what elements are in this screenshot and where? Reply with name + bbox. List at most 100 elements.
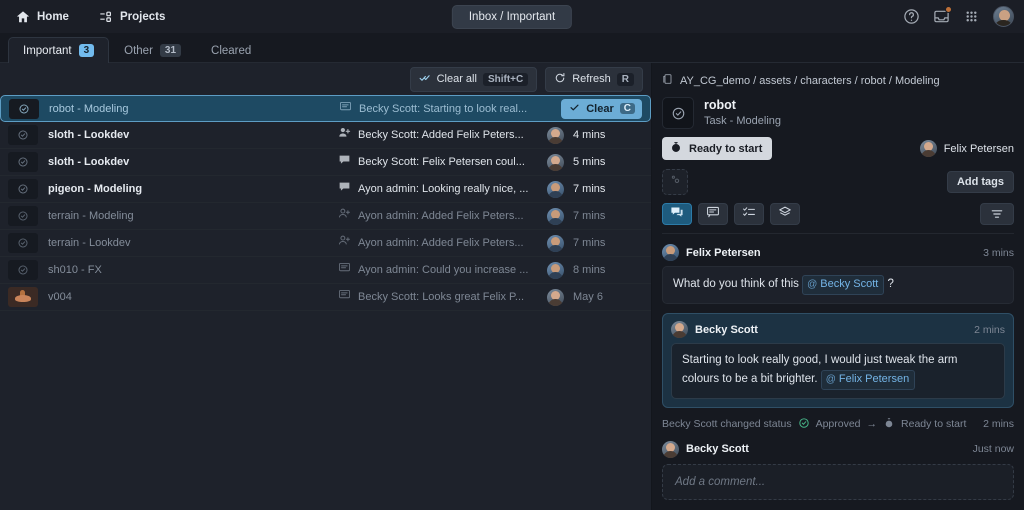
row-timestamp: 5 mins [573,156,606,168]
filter-lines-icon[interactable] [980,203,1014,225]
mention-name: Becky Scott [820,278,879,290]
row-message: Becky Scott: Starting to look real... [359,102,528,115]
row-timestamp: 8 mins [573,264,606,276]
table-row[interactable]: terrain - Modeling Ayon admin: Added Fel… [0,203,651,230]
at-icon: @ [825,373,836,385]
comment-thread[interactable]: Felix Petersen 3 mins What do you think … [662,234,1014,459]
comment-timestamp: Just now [972,443,1014,456]
row-timestamp: May 6 [573,291,603,303]
row-timestamp: 7 mins [573,210,606,222]
status-badge[interactable]: Ready to start [662,137,773,160]
comment-header: Becky Scott 2 mins [671,321,1005,343]
tab-comments[interactable] [662,203,692,225]
comments-icon [670,205,684,224]
double-check-icon [419,72,431,87]
row-title: sh010 - FX [48,264,102,276]
table-row[interactable]: v004 Becky Scott: Looks great Felix P...… [0,284,651,311]
clear-shortcut: C [619,103,635,114]
comment-lines-icon [338,261,351,279]
row-thumbnail [8,152,38,172]
row-meta: 7 mins [547,207,643,225]
nav-item-projects[interactable]: Projects [93,6,171,28]
status-label: Ready to start [689,142,763,155]
tab-versions[interactable] [770,203,800,225]
nav-label-projects: Projects [119,10,166,23]
stopwatch-icon [883,417,895,432]
row-title: sloth - Lookdev [48,129,130,141]
clear-notification-button[interactable]: Clear C [561,98,642,119]
apps-grid-icon[interactable] [963,8,980,25]
tab-important-label: Important [23,44,72,57]
comment-timestamp: 3 mins [983,246,1014,259]
status-change-text: Becky Scott changed status [662,418,792,431]
status-to: Ready to start [901,418,967,431]
row-message-group: Ayon admin: Added Felix Peters... [338,207,547,225]
app-root: Home Projects Inbox / Important Importan… [0,0,1024,510]
row-timestamp: 7 mins [573,237,606,249]
table-row[interactable]: sloth - Lookdev Becky Scott: Added Felix… [0,122,651,149]
status-change-entry: Becky Scott changed status Approved → Re… [662,415,1014,441]
nav-item-home[interactable]: Home [10,6,75,28]
row-meta: 7 mins [547,234,643,252]
row-message-group: Becky Scott: Starting to look real... [339,100,561,118]
table-row[interactable]: pigeon - Modeling Ayon admin: Looking re… [0,176,651,203]
comment: Becky Scott 2 mins Starting to look real… [662,313,1014,408]
row-title: terrain - Lookdev [48,237,131,249]
detail-tabbar [662,203,1014,234]
row-message-group: Ayon admin: Looking really nice, ... [338,180,547,198]
tags-placeholder[interactable] [662,169,688,195]
table-row[interactable]: robot - Modeling Becky Scott: Starting t… [0,95,651,122]
checklist-icon [742,205,756,224]
projects-icon [99,10,113,24]
clear-all-shortcut: Shift+C [482,72,529,86]
avatar [671,321,688,339]
row-timestamp: 7 mins [573,183,606,195]
refresh-button[interactable]: Refresh R [545,66,643,92]
tab-other[interactable]: Other 31 [109,37,196,63]
row-message-group: Becky Scott: Added Felix Peters... [338,126,547,144]
comment-header: Felix Petersen 3 mins [662,244,1014,266]
row-thumbnail [8,287,38,307]
row-message: Ayon admin: Looking really nice, ... [358,183,529,195]
tab-cleared[interactable]: Cleared [196,38,266,63]
row-thumbnail [9,98,39,119]
user-avatar[interactable] [993,6,1014,27]
tab-important[interactable]: Important 3 [8,37,110,63]
mention-chip[interactable]: @ Becky Scott [802,275,885,296]
tab-checklist[interactable] [734,203,764,225]
person-plus-icon [338,126,351,144]
avatar [547,207,564,225]
clear-all-button[interactable]: Clear all Shift+C [409,66,538,92]
row-meta: 7 mins [547,180,643,198]
table-row[interactable]: sh010 - FX Ayon admin: Could you increas… [0,257,651,284]
avatar [547,261,564,279]
table-row[interactable]: terrain - Lookdev Ayon admin: Added Feli… [0,230,651,257]
row-meta: 8 mins [547,261,643,279]
row-title: pigeon - Modeling [48,183,143,195]
mention-chip[interactable]: @ Felix Petersen [820,369,916,390]
notification-rows[interactable]: robot - Modeling Becky Scott: Starting t… [0,95,651,510]
task-header: robot Task - Modeling [662,97,1014,137]
row-thumbnail [8,233,38,253]
refresh-icon [554,72,566,87]
row-timestamp: 4 mins [573,129,606,141]
avatar [662,440,679,458]
inbox-icon[interactable] [933,6,952,25]
row-message: Becky Scott: Added Felix Peters... [358,129,524,141]
assignee[interactable]: Felix Petersen [919,140,1014,157]
breadcrumb[interactable]: AY_CG_demo / assets / characters / robot… [662,63,1014,97]
avatar [547,153,564,171]
add-tags-button[interactable]: Add tags [946,171,1014,193]
avatar [919,140,937,157]
nav-label-home: Home [37,10,69,23]
comment-input[interactable]: Add a comment... [662,464,1014,500]
row-title: terrain - Modeling [48,210,134,222]
table-row[interactable]: sloth - Lookdev Becky Scott: Felix Peter… [0,149,651,176]
stopwatch-icon [670,141,682,156]
breadcrumb-path: AY_CG_demo / assets / characters / robot… [680,74,940,87]
row-title: robot - Modeling [49,102,129,115]
comment: Becky Scott Just now Use this as inspira… [662,440,1014,459]
tab-notes[interactable] [698,203,728,225]
help-icon[interactable] [903,8,920,25]
inbox-context-pill[interactable]: Inbox / Important [451,4,573,29]
